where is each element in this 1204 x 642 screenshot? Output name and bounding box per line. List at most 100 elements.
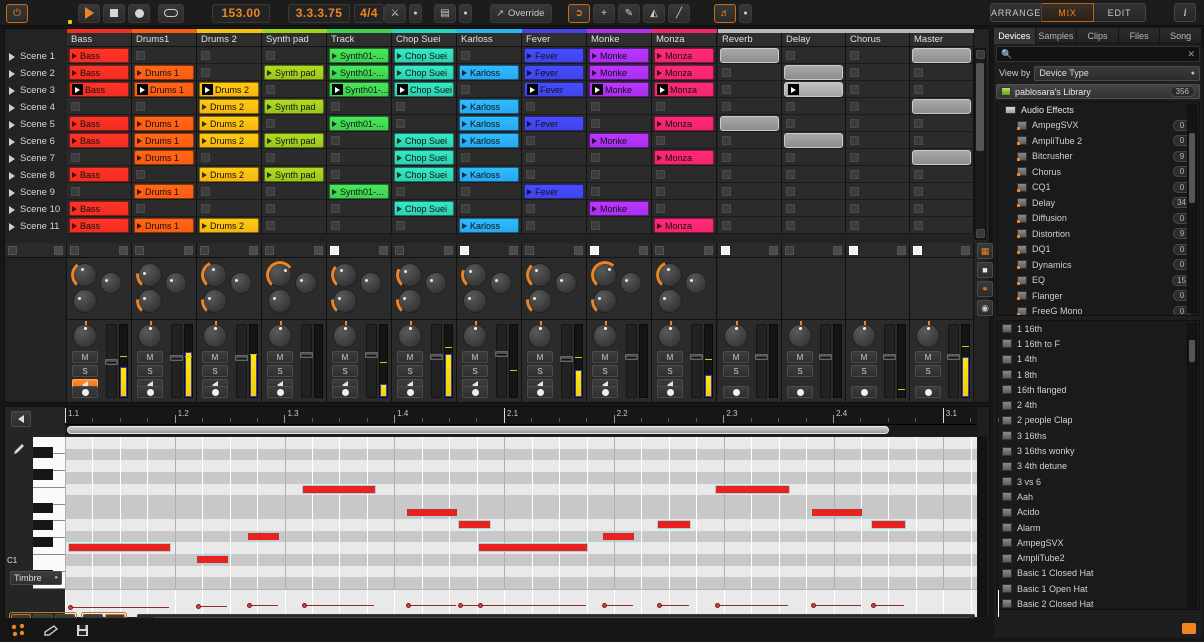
clip-play-icon[interactable] bbox=[202, 104, 207, 110]
clip[interactable]: Drums 1 bbox=[134, 116, 194, 131]
midi-note[interactable] bbox=[247, 532, 280, 541]
record-button[interactable] bbox=[128, 4, 150, 23]
clip-play-icon[interactable] bbox=[527, 189, 532, 195]
clip-stop-button[interactable] bbox=[850, 51, 859, 60]
preset-list-item[interactable]: 1 16th to F bbox=[997, 336, 1199, 351]
midi-note[interactable] bbox=[657, 520, 691, 529]
io-routing-button[interactable] bbox=[639, 246, 648, 255]
clip-play-icon[interactable] bbox=[592, 53, 597, 59]
preset-list-item[interactable]: AmpegSVX bbox=[997, 535, 1199, 550]
library-header[interactable]: pablosara's Library 356 bbox=[996, 84, 1200, 99]
clip-stop-button[interactable] bbox=[786, 221, 795, 230]
clip[interactable]: Monza bbox=[654, 150, 714, 165]
macro-knob-3[interactable] bbox=[268, 289, 292, 313]
io-routing-button[interactable] bbox=[769, 246, 778, 255]
clip-slot[interactable] bbox=[197, 200, 261, 217]
clip-slot[interactable] bbox=[587, 166, 651, 183]
clip-slot[interactable] bbox=[197, 64, 261, 81]
clip-slot[interactable]: Monke bbox=[587, 200, 651, 217]
clip-stop-button[interactable] bbox=[591, 187, 600, 196]
clip-play-icon[interactable] bbox=[592, 206, 597, 212]
clip[interactable]: Chop Suei bbox=[394, 133, 454, 148]
midi-dropdown[interactable]: ● bbox=[739, 4, 752, 23]
clip-slot[interactable] bbox=[587, 183, 651, 200]
clip-slot[interactable] bbox=[652, 200, 716, 217]
clip[interactable]: Chop Suei bbox=[394, 65, 454, 80]
preset-list-item[interactable]: Aah bbox=[997, 489, 1199, 504]
fader-handle[interactable] bbox=[170, 355, 183, 361]
metronome-dropdown[interactable]: ● bbox=[409, 4, 422, 23]
clip-stop-button[interactable] bbox=[461, 204, 470, 213]
mute-button[interactable]: M bbox=[332, 351, 358, 363]
track-name[interactable]: Monke bbox=[587, 33, 652, 47]
clip-play-icon[interactable] bbox=[527, 53, 532, 59]
mute-button[interactable]: M bbox=[397, 351, 423, 363]
clip-slot[interactable]: Fever bbox=[522, 115, 586, 132]
pan-knob[interactable] bbox=[398, 324, 422, 348]
browser-tab-clips[interactable]: Clips bbox=[1077, 28, 1119, 44]
clip-slot[interactable] bbox=[652, 98, 716, 115]
clip-slot[interactable]: Drums 1 bbox=[132, 64, 196, 81]
clip-slot[interactable] bbox=[910, 132, 973, 149]
quantize-dropdown[interactable]: ● bbox=[459, 4, 472, 23]
clip-slot[interactable] bbox=[718, 115, 781, 132]
metronome-icon[interactable]: ⚔ bbox=[384, 4, 406, 23]
clip-slot[interactable] bbox=[262, 115, 326, 132]
midi-note[interactable] bbox=[458, 520, 491, 529]
clip-play-icon[interactable] bbox=[72, 121, 77, 127]
note-grid[interactable] bbox=[65, 437, 977, 589]
track-name[interactable]: Bass bbox=[67, 33, 132, 47]
velocity-marker[interactable] bbox=[657, 603, 662, 608]
io-routing-button[interactable] bbox=[897, 246, 906, 255]
velocity-marker[interactable] bbox=[871, 603, 876, 608]
scene-row[interactable]: Scene 5 bbox=[5, 116, 67, 133]
clip-play-icon[interactable] bbox=[137, 138, 142, 144]
volume-fader[interactable] bbox=[561, 324, 572, 398]
clip-slot[interactable]: Fever bbox=[522, 64, 586, 81]
clip-slot[interactable]: Synth01-... bbox=[327, 183, 391, 200]
clip-stop-button[interactable] bbox=[266, 221, 275, 230]
solo-button[interactable]: S bbox=[332, 365, 358, 377]
solo-button[interactable]: S bbox=[137, 365, 163, 377]
timeline-ruler[interactable]: 1.11.21.31.42.12.22.32.43.1 bbox=[65, 407, 977, 425]
clip[interactable]: Karloss bbox=[459, 167, 519, 182]
preset-list-item[interactable]: Acido bbox=[997, 505, 1199, 520]
clip-play-icon[interactable] bbox=[657, 53, 662, 59]
clip-slot[interactable] bbox=[846, 64, 909, 81]
clip-stop-button[interactable] bbox=[266, 51, 275, 60]
macro-knob-2[interactable] bbox=[100, 272, 122, 294]
piano-black-key[interactable] bbox=[33, 469, 53, 479]
clip-slot[interactable]: Bass bbox=[67, 217, 131, 234]
stop-button[interactable] bbox=[103, 4, 125, 23]
volume-fader[interactable] bbox=[431, 324, 442, 398]
fader-handle[interactable] bbox=[690, 354, 703, 360]
clip[interactable]: Drums 2 bbox=[199, 82, 259, 97]
scene-launch-icon[interactable] bbox=[9, 53, 15, 61]
clip-slot[interactable]: Bass bbox=[67, 200, 131, 217]
clip-slot[interactable] bbox=[327, 217, 391, 234]
clip-slot[interactable] bbox=[262, 217, 326, 234]
clip-stop-button[interactable] bbox=[786, 204, 795, 213]
scene-launch-icon[interactable] bbox=[9, 155, 15, 163]
scene-launch-icon[interactable] bbox=[9, 189, 15, 197]
clip-play-icon[interactable] bbox=[72, 70, 77, 76]
clip-play-icon[interactable] bbox=[267, 70, 272, 76]
clip[interactable]: Monza bbox=[654, 82, 714, 97]
scene-row[interactable]: Scene 6 bbox=[5, 133, 67, 150]
clip[interactable]: Fever bbox=[524, 48, 584, 63]
clip-slot[interactable] bbox=[782, 217, 845, 234]
pan-knob[interactable] bbox=[658, 324, 682, 348]
clip-slot[interactable] bbox=[846, 98, 909, 115]
device-list-item[interactable]: Chorus0 bbox=[997, 164, 1199, 180]
clip-stop-button[interactable] bbox=[914, 68, 923, 77]
browser-tab-samples[interactable]: Samples bbox=[1036, 28, 1078, 44]
midi-note[interactable] bbox=[871, 520, 906, 529]
volume-fader[interactable] bbox=[756, 324, 767, 398]
browser-tab-song[interactable]: Song bbox=[1160, 28, 1202, 44]
clip-slot[interactable] bbox=[718, 98, 781, 115]
solo-button[interactable]: S bbox=[72, 365, 98, 377]
clip-stop-button[interactable] bbox=[526, 170, 535, 179]
track-name[interactable]: Drums 2 bbox=[197, 33, 262, 47]
macro-knob-1[interactable] bbox=[528, 263, 552, 287]
clip-slot[interactable] bbox=[652, 183, 716, 200]
